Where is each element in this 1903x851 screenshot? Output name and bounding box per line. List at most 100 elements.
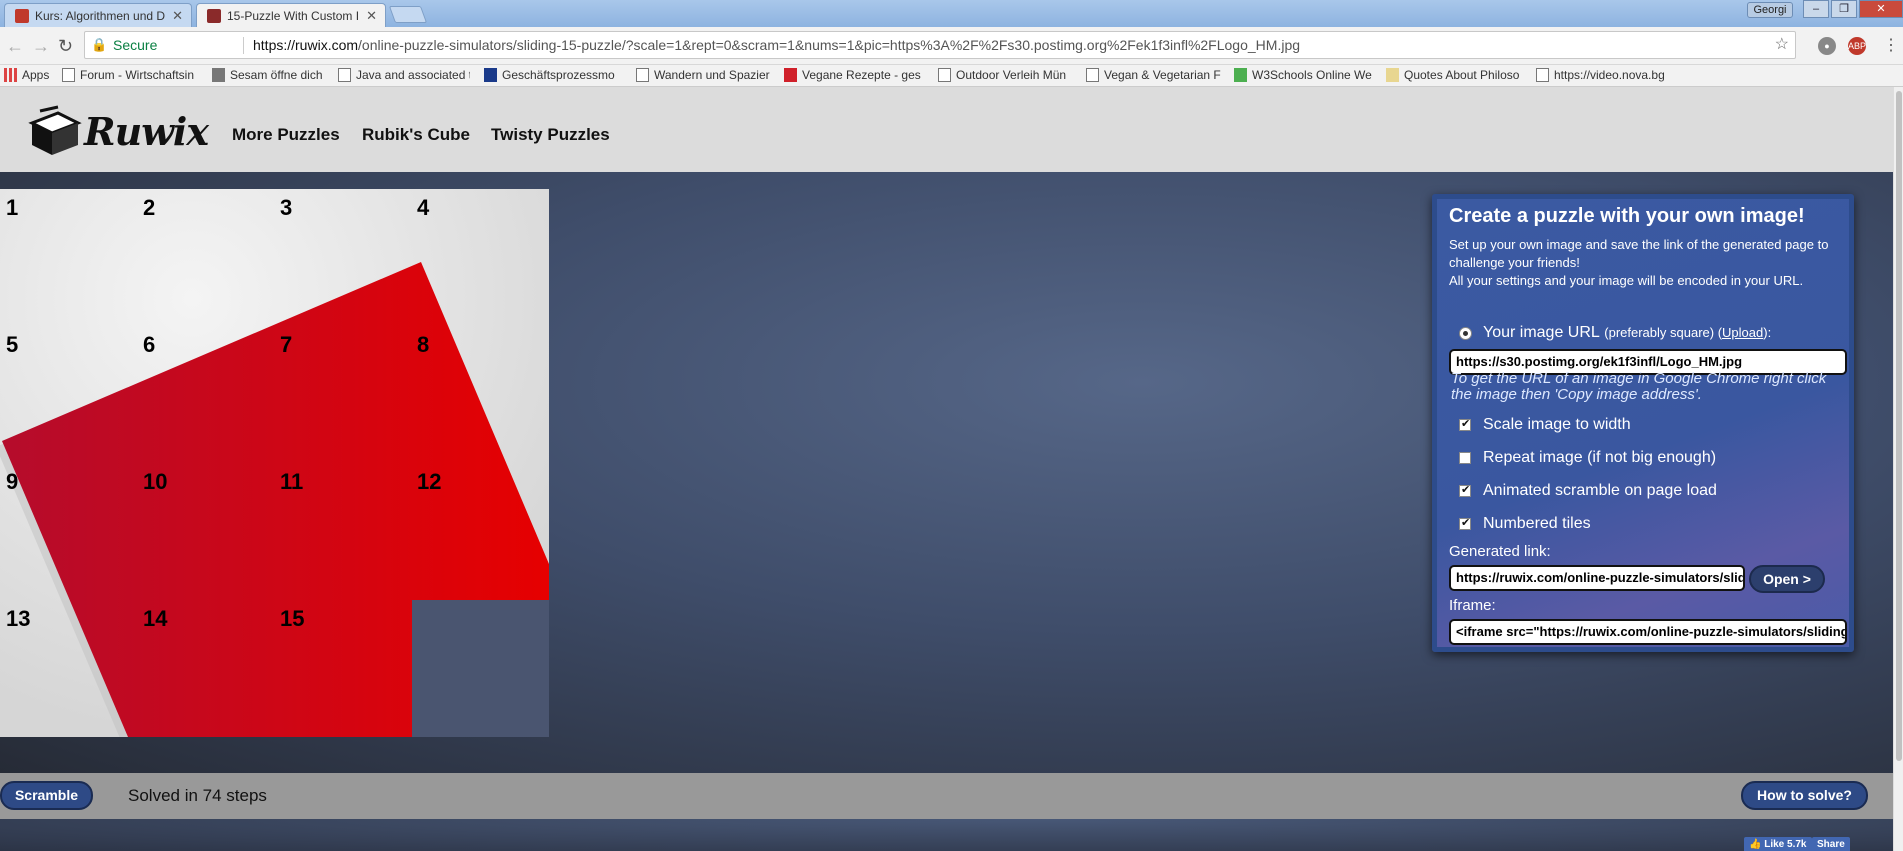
tile-number: 12: [417, 469, 442, 494]
ruwix-logo[interactable]: Ruwix: [28, 105, 209, 157]
page-icon: [938, 68, 951, 82]
bookmark-label: Apps: [22, 68, 50, 82]
tile-number: 4: [417, 195, 430, 220]
tile-number: 15: [280, 606, 305, 631]
tile-number: 6: [143, 332, 156, 357]
facebook-like-button[interactable]: 👍 Like 5.7k: [1744, 837, 1812, 851]
nav-rubiks-cube[interactable]: Rubik's Cube: [362, 125, 470, 145]
close-tab-icon[interactable]: ✕: [366, 8, 377, 24]
image-url-option[interactable]: Your image URL (preferably square) (Uplo…: [1459, 324, 1771, 342]
iframe-input[interactable]: <iframe src="https://ruwix.com/online-pu…: [1449, 619, 1847, 645]
reload-icon[interactable]: ↻: [58, 36, 73, 57]
minimize-icon[interactable]: –: [1803, 0, 1829, 18]
secure-label: Secure: [113, 37, 158, 53]
bookmark-label: W3Schools Online We: [1252, 68, 1372, 82]
close-tab-icon[interactable]: ✕: [172, 8, 183, 24]
nav-twisty-puzzles[interactable]: Twisty Puzzles: [491, 125, 610, 145]
bookmark-item[interactable]: Geschäftsprozessmo: [484, 68, 622, 82]
option-label: Repeat image (if not big enough): [1483, 449, 1717, 466]
repeat-checkbox[interactable]: [1459, 452, 1471, 464]
custom-image-panel: Create a puzzle with your own image! Set…: [1432, 194, 1854, 652]
browser-tab-course[interactable]: Kurs: Algorithmen und D ✕: [4, 3, 192, 27]
tile-number: 9: [6, 469, 19, 494]
page-footer: 👍 Like 5.7k Share: [0, 819, 1903, 851]
panel-desc-line-1: Set up your own image and save the link …: [1449, 237, 1829, 270]
bookmark-item[interactable]: Quotes About Philoso: [1386, 68, 1524, 82]
close-window-icon[interactable]: ✕: [1859, 0, 1903, 18]
scale-checkbox[interactable]: [1459, 417, 1471, 431]
bookmark-item[interactable]: https://video.nova.bg: [1536, 68, 1682, 82]
bookmark-item[interactable]: Vegan & Vegetarian F: [1086, 68, 1224, 82]
main-area: 1 2 3 4 5 6 7 8 9 10 11 12 13 14 15 Crea…: [0, 172, 1903, 773]
facebook-share-button[interactable]: Share: [1812, 837, 1850, 851]
empty-slot[interactable]: [412, 600, 549, 737]
tab-title: 15-Puzzle With Custom I: [227, 9, 360, 23]
bookmark-item[interactable]: Wandern und Spazier: [636, 68, 772, 82]
bookmark-star-icon[interactable]: ☆: [1775, 32, 1789, 58]
bookmark-label: Vegan & Vegetarian F: [1104, 68, 1221, 82]
tile-number: 14: [143, 606, 168, 631]
bookmark-item[interactable]: Vegane Rezepte - ges: [784, 68, 922, 82]
url-text: https://ruwix.com/online-puzzle-simulato…: [253, 32, 1763, 58]
tile-number: 3: [280, 195, 293, 220]
solved-status: Solved in 74 steps: [128, 786, 267, 805]
page-icon: [636, 68, 649, 82]
open-button[interactable]: Open >: [1749, 565, 1825, 593]
bookmark-item[interactable]: Java and associated t: [338, 68, 470, 82]
nav-more-puzzles[interactable]: More Puzzles: [232, 125, 340, 145]
bookmark-apps[interactable]: Apps: [4, 68, 54, 82]
browser-tab-strip: Kurs: Algorithmen und D ✕ 15-Puzzle With…: [0, 0, 1903, 27]
how-to-solve-button[interactable]: How to solve?: [1741, 781, 1868, 810]
option-label: Numbered tiles: [1483, 515, 1591, 532]
image-url-radio[interactable]: [1459, 327, 1472, 340]
sliding-puzzle-board[interactable]: 1 2 3 4 5 6 7 8 9 10 11 12 13 14 15: [0, 189, 549, 737]
bookmarks-bar: Apps Forum - Wirtschaftsin Sesam öffne d…: [0, 65, 1903, 87]
page-scrollbar[interactable]: [1893, 87, 1903, 851]
menu-kebab-icon[interactable]: ⋮: [1883, 35, 1899, 55]
option-animated-scramble[interactable]: Animated scramble on page load: [1459, 482, 1717, 500]
new-tab-button[interactable]: [388, 6, 428, 23]
bookmark-label: Java and associated t: [356, 68, 470, 82]
image-url-label: Your image URL: [1483, 324, 1600, 341]
scramble-button[interactable]: Scramble: [0, 781, 93, 810]
bookmark-item[interactable]: Outdoor Verleih Mün: [938, 68, 1074, 82]
option-numbered-tiles[interactable]: Numbered tiles: [1459, 515, 1591, 533]
sesam-icon: [212, 68, 225, 82]
animated-scramble-checkbox[interactable]: [1459, 483, 1471, 497]
extension-icon[interactable]: ●: [1818, 37, 1836, 55]
maximize-icon[interactable]: ❐: [1831, 0, 1857, 18]
forum-icon: [62, 68, 75, 82]
tile-number: 5: [6, 332, 19, 357]
option-label: Animated scramble on page load: [1483, 482, 1717, 499]
back-arrow-icon[interactable]: ←: [6, 36, 24, 57]
profile-button[interactable]: Georgi: [1747, 2, 1793, 18]
bookmark-item[interactable]: W3Schools Online We: [1234, 68, 1372, 82]
bookmark-item[interactable]: Sesam öffne dich: [212, 68, 330, 82]
tab-title: Kurs: Algorithmen und D: [35, 9, 166, 23]
g-icon: [1386, 68, 1399, 82]
forward-arrow-icon[interactable]: →: [32, 36, 50, 57]
image-url-note: (preferably square) (: [1604, 325, 1723, 340]
tile-number: 2: [143, 195, 156, 220]
bookmark-item[interactable]: Forum - Wirtschaftsin: [62, 68, 202, 82]
option-repeat-image[interactable]: Repeat image (if not big enough): [1459, 449, 1716, 467]
bookmark-label: https://video.nova.bg: [1554, 68, 1665, 82]
tile-number: 11: [280, 469, 304, 494]
tile-number: 10: [143, 469, 168, 494]
upload-link[interactable]: Upload: [1722, 325, 1763, 340]
tile-number: 7: [280, 332, 293, 357]
d-icon: [484, 68, 497, 82]
ruwix-favicon-icon: [207, 9, 221, 23]
option-scale-to-width[interactable]: Scale image to width: [1459, 416, 1631, 434]
thumbs-up-icon: 👍: [1749, 839, 1762, 850]
browser-tab-puzzle[interactable]: 15-Puzzle With Custom I ✕: [196, 3, 386, 27]
numbered-tiles-checkbox[interactable]: [1459, 516, 1471, 530]
generated-link-input[interactable]: https://ruwix.com/online-puzzle-simulato…: [1449, 565, 1745, 591]
panel-description: Set up your own image and save the link …: [1449, 236, 1829, 290]
panel-desc-line-2: All your settings and your image will be…: [1449, 273, 1804, 288]
window-controls: – ❐ ✕: [1803, 0, 1903, 18]
lock-icon: 🔒: [91, 37, 108, 52]
address-bar[interactable]: 🔒 Secure https://ruwix.com/online-puzzle…: [84, 31, 1796, 59]
adblock-icon[interactable]: ABP: [1848, 37, 1866, 55]
scrollbar-thumb[interactable]: [1896, 91, 1902, 761]
